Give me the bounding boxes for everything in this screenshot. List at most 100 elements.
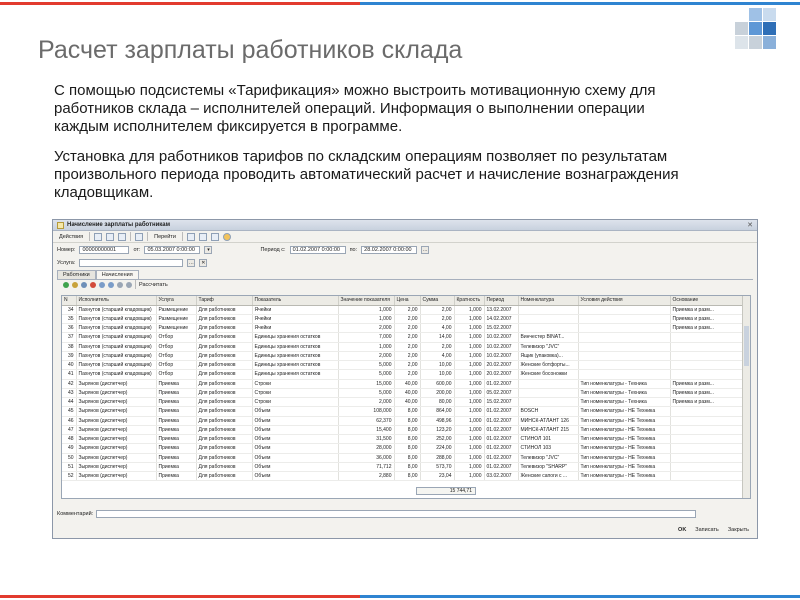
comment-field[interactable] — [96, 510, 697, 518]
bottom-buttons: OK Записать Закрыть — [676, 526, 751, 534]
add-row-icon[interactable] — [63, 281, 69, 288]
table-row[interactable]: 44 Зырянов (диспетчер) Приемка Для работник… — [62, 397, 745, 408]
table-cell: 8,00 — [394, 453, 421, 463]
table-cell: Для работников — [196, 305, 253, 315]
goto-menu[interactable]: Перейти — [152, 232, 178, 241]
table-cell: 2,00 — [420, 305, 455, 315]
save-icon[interactable] — [94, 232, 103, 241]
table-row[interactable]: 52 Зырянов (диспетчер) Приемка Для работник… — [62, 471, 745, 482]
tab-accruals[interactable]: Начисления — [95, 270, 139, 279]
service-select-icon[interactable]: … — [187, 258, 196, 267]
column-header[interactable]: Цена — [394, 296, 421, 306]
actions-menu[interactable]: Действия — [57, 232, 85, 241]
table-row[interactable]: 45 Зырянов (диспетчер) Приемка Для работник… — [62, 406, 745, 417]
table-cell: 1,000 — [454, 351, 485, 362]
column-header[interactable]: Условия действия — [578, 296, 671, 306]
app-window: Начисление зарплаты работникам ✕ Действи… — [52, 219, 758, 539]
table-row[interactable]: 41 Пахнутов (старший кладовщик) Отбор Для р… — [62, 369, 745, 380]
table-row[interactable]: 49 Зырянов (диспетчер) Приемка Для работник… — [62, 443, 745, 454]
period-from-field[interactable]: 01.02.2007 0:00:00 — [289, 245, 346, 254]
table-cell: 40,00 — [394, 397, 421, 408]
table-row[interactable]: 46 Зырянов (диспетчер) Приемка Для работник… — [62, 416, 745, 426]
column-header[interactable]: Тариф — [196, 296, 253, 306]
date-field[interactable]: 05.03.2007 0:00:00 — [144, 245, 201, 254]
post-icon[interactable] — [106, 232, 115, 241]
table-cell — [518, 323, 579, 334]
table-row[interactable]: 34 Пахнутов (старший кладовщик) Размещение… — [62, 305, 745, 315]
table-cell: Зырянов (диспетчер) — [76, 416, 157, 426]
column-header[interactable]: Значение показателя — [338, 296, 395, 306]
table-cell: 5,000 — [338, 388, 395, 399]
move-down-icon[interactable] — [108, 281, 114, 288]
column-header[interactable]: Период — [484, 296, 519, 306]
vertical-scrollbar[interactable] — [742, 296, 750, 498]
table-cell: 1,000 — [454, 434, 485, 445]
table-cell: Зырянов (диспетчер) — [76, 434, 157, 445]
table-cell: Отбор — [156, 342, 197, 352]
column-header[interactable]: Кратность — [454, 296, 485, 306]
table-cell: 41 — [62, 369, 77, 380]
save-button[interactable]: Записать — [693, 526, 721, 534]
table-row[interactable]: 36 Пахнутов (старший кладовщик) Размещение… — [62, 323, 745, 334]
calendar-icon[interactable]: ▾ — [204, 245, 213, 254]
table-cell: 44 — [62, 397, 77, 408]
calculate-button[interactable]: Рассчитать — [139, 282, 168, 288]
table-icon[interactable] — [198, 232, 207, 241]
document-journal-icon[interactable] — [186, 232, 195, 241]
table-cell: Винчестер BINAT... — [518, 332, 579, 343]
sort-desc-icon[interactable] — [126, 281, 132, 288]
table-cell — [578, 342, 671, 352]
table-cell: 40 — [62, 360, 77, 371]
copy-row-icon[interactable] — [72, 281, 78, 288]
table-cell: Зырянов (диспетчер) — [76, 453, 157, 463]
table-cell: СТИНОЛ 103 — [518, 443, 579, 454]
table-cell: Единицы хранения остатков — [252, 369, 339, 380]
delete-row-icon[interactable] — [90, 281, 96, 288]
table-row[interactable]: 40 Пахнутов (старший кладовщик) Отбор Для р… — [62, 360, 745, 371]
service-clear-icon[interactable]: ✕ — [199, 258, 208, 267]
table-cell: Единицы хранения остатков — [252, 342, 339, 352]
tab-workers[interactable]: Работники — [57, 270, 96, 279]
ok-button[interactable]: OK — [676, 526, 688, 534]
column-header[interactable]: Номенклатура — [518, 296, 579, 306]
table-row[interactable]: 38 Пахнутов (старший кладовщик) Отбор Для р… — [62, 342, 745, 352]
table-row[interactable]: 48 Зырянов (диспетчер) Приемка Для работник… — [62, 434, 745, 445]
table-row[interactable]: 42 Зырянов (диспетчер) Приемка Для работник… — [62, 379, 745, 389]
table-row[interactable]: 37 Пахнутов (старший кладовщик) Отбор Для р… — [62, 332, 745, 343]
table-cell: Для работников — [196, 462, 253, 473]
table-row[interactable]: 39 Пахнутов (старший кладовщик) Отбор Для р… — [62, 351, 745, 362]
table-row[interactable]: 47 Зырянов (диспетчер) Приемка Для работник… — [62, 425, 745, 436]
movement-icon[interactable] — [210, 232, 219, 241]
period-select-icon[interactable]: … — [421, 245, 430, 254]
service-field[interactable] — [79, 258, 184, 267]
table-cell: 01.02.2007 — [484, 434, 519, 445]
table-cell: BOSCH — [518, 406, 579, 417]
table-row[interactable]: 51 Зырянов (диспетчер) Приемка Для работник… — [62, 462, 745, 473]
column-header[interactable]: Сумма — [420, 296, 455, 306]
table-row[interactable]: 43 Зырянов (диспетчер) Приемка Для работник… — [62, 388, 745, 399]
close-button[interactable]: Закрыть — [726, 526, 751, 534]
help-icon[interactable] — [222, 232, 231, 241]
table-cell: Приемка — [156, 406, 197, 417]
column-header[interactable]: Услуга — [156, 296, 197, 306]
edit-row-icon[interactable] — [81, 281, 87, 288]
table-row[interactable]: 35 Пахнутов (старший кладовщик) Размещение… — [62, 314, 745, 325]
period-to-field[interactable]: 28.02.2007 0:00:00 — [361, 245, 418, 254]
table-cell: 8,00 — [394, 462, 421, 473]
column-header[interactable]: Показатель — [252, 296, 339, 306]
table-cell: Размещение — [156, 314, 197, 325]
sort-asc-icon[interactable] — [117, 281, 123, 288]
column-header[interactable]: Основание — [670, 296, 745, 306]
table-cell: 1,000 — [338, 342, 395, 352]
table-cell — [578, 369, 671, 380]
table-row[interactable]: 50 Зырянов (диспетчер) Приемка Для работник… — [62, 453, 745, 463]
table-cell: Для работников — [196, 388, 253, 399]
column-header[interactable]: Исполнитель — [76, 296, 157, 306]
print-icon[interactable] — [118, 232, 127, 241]
structure-icon[interactable] — [135, 232, 144, 241]
move-up-icon[interactable] — [99, 281, 105, 288]
close-icon[interactable]: ✕ — [747, 221, 753, 229]
column-header[interactable]: N — [62, 296, 77, 306]
number-field[interactable]: 00000000001 — [79, 245, 130, 254]
table-cell: Для работников — [196, 443, 253, 454]
